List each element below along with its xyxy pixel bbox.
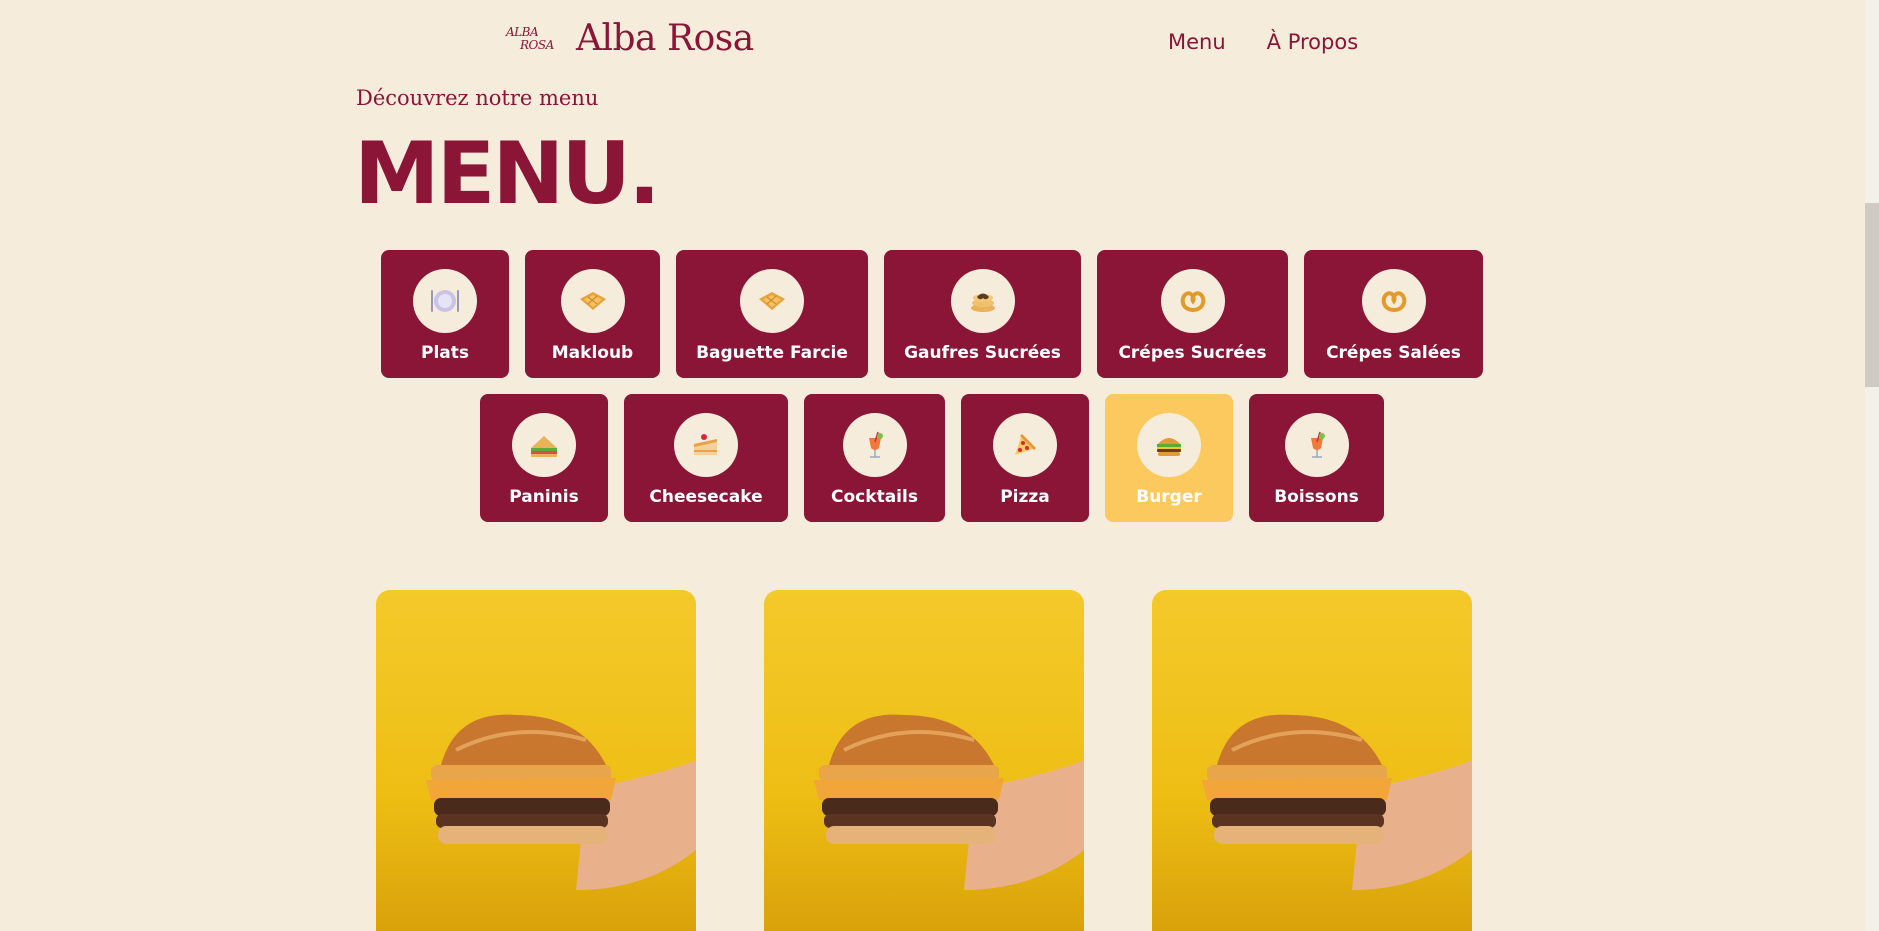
category-label: Plats xyxy=(420,343,469,363)
product-card-image[interactable] xyxy=(376,590,696,931)
scrollbar-thumb[interactable] xyxy=(1865,203,1879,387)
page-scrollbar[interactable] xyxy=(1865,0,1879,931)
logo-mark[interactable]: ALBA ROSA xyxy=(506,26,560,60)
pretzel-icon xyxy=(1361,269,1426,333)
category-crepes-sucrees[interactable]: Crépes Sucrées xyxy=(1097,250,1288,378)
pretzel-icon xyxy=(1160,269,1225,333)
burger-photo xyxy=(1202,714,1472,890)
burger-photo xyxy=(814,714,1084,890)
site-header: ALBA ROSA Alba Rosa Menu À Propos xyxy=(0,0,1865,84)
category-makloub[interactable]: Makloub xyxy=(525,250,660,378)
category-burger[interactable]: Burger xyxy=(1105,394,1233,522)
category-label: Boissons xyxy=(1274,487,1359,507)
category-gaufres-sucrees[interactable]: Gaufres Sucrées xyxy=(884,250,1081,378)
category-label: Cocktails xyxy=(831,487,918,507)
category-baguette-farcie[interactable]: Baguette Farcie xyxy=(676,250,868,378)
category-boissons[interactable]: Boissons xyxy=(1249,394,1384,522)
sandwich-icon xyxy=(512,413,576,477)
cocktail-icon xyxy=(842,413,907,477)
category-plats[interactable]: Plats xyxy=(381,250,509,378)
product-card-image[interactable] xyxy=(764,590,1084,931)
category-cheesecake[interactable]: Cheesecake xyxy=(624,394,788,522)
category-pizza[interactable]: Pizza xyxy=(961,394,1089,522)
category-label: Pizza xyxy=(1000,487,1050,507)
pizza-icon xyxy=(993,413,1057,477)
category-paninis[interactable]: Paninis xyxy=(480,394,608,522)
category-label: Gaufres Sucrées xyxy=(904,343,1061,363)
category-crepes-salees[interactable]: Crépes Salées xyxy=(1304,250,1483,378)
burger-icon xyxy=(1137,413,1201,477)
waffle-icon xyxy=(740,269,804,333)
category-label: Cheesecake xyxy=(649,487,763,507)
category-label: Crépes Salées xyxy=(1326,343,1461,363)
menu-subtitle: Découvrez notre menu xyxy=(356,86,599,110)
page-title: MENU. xyxy=(354,124,661,224)
category-label: Paninis xyxy=(509,487,579,507)
pancakes-icon xyxy=(950,269,1015,333)
category-cocktails[interactable]: Cocktails xyxy=(804,394,945,522)
main-nav: Menu À Propos xyxy=(1168,30,1358,54)
category-label: Makloub xyxy=(551,343,634,363)
category-label: Burger xyxy=(1136,487,1202,507)
cocktail-icon xyxy=(1284,413,1349,477)
category-label: Baguette Farcie xyxy=(696,343,848,363)
burger-photo xyxy=(426,714,696,890)
plate-icon xyxy=(413,269,477,333)
brand-name[interactable]: Alba Rosa xyxy=(576,18,754,59)
nav-link-menu[interactable]: Menu xyxy=(1168,30,1226,54)
nav-link-a-propos[interactable]: À Propos xyxy=(1267,30,1358,54)
logo-mark-line2: ROSA xyxy=(520,38,554,52)
cake-icon xyxy=(674,413,738,477)
product-card-image[interactable] xyxy=(1152,590,1472,931)
waffle-icon xyxy=(560,269,625,333)
category-label: Crépes Sucrées xyxy=(1118,343,1267,363)
